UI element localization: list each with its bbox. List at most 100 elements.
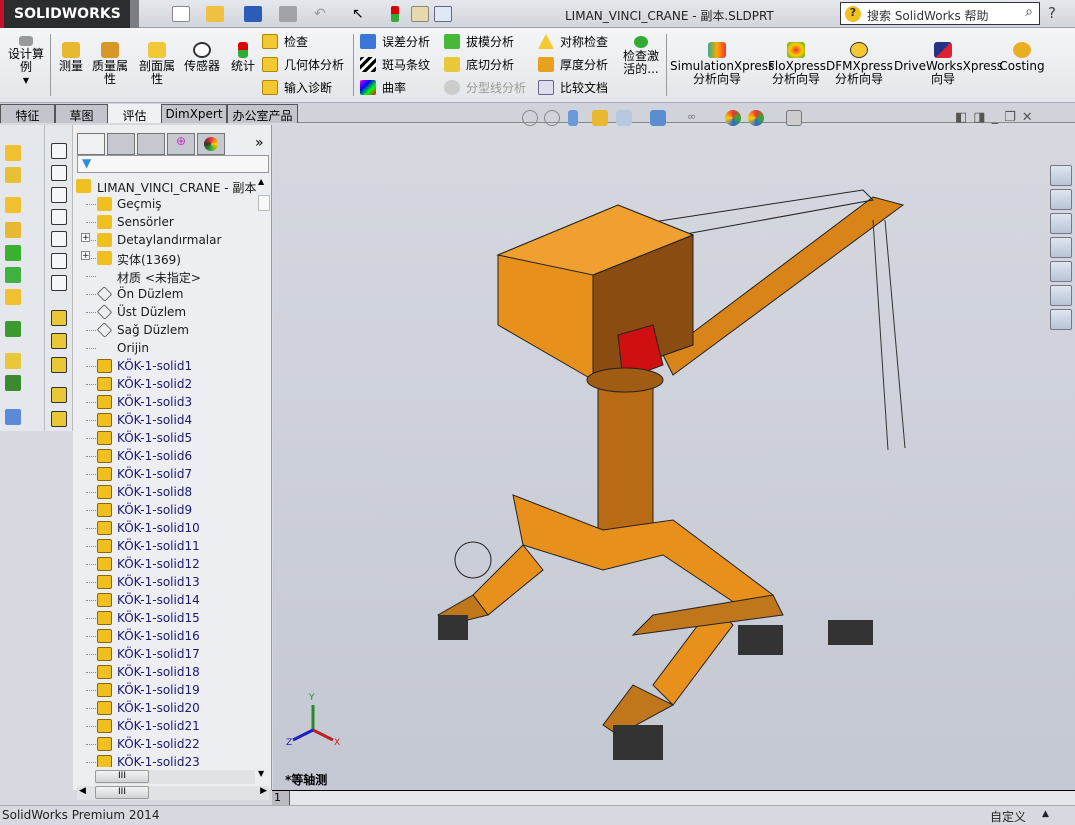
- tree-item[interactable]: Geçmiş: [73, 195, 258, 213]
- graphics-area[interactable]: Y X Z: [273, 125, 1075, 790]
- tree-item[interactable]: KÖK-1-solid23: [73, 753, 258, 767]
- tree-horizontal-scrollbar[interactable]: III: [95, 770, 255, 784]
- customize-menu[interactable]: 自定义: [990, 808, 1026, 825]
- sketch-tool-icon[interactable]: [51, 357, 67, 373]
- deviation-analysis-button[interactable]: 误差分析: [360, 33, 430, 50]
- tree-vertical-scrollbar[interactable]: ▲ ▼: [258, 177, 271, 782]
- scroll-left-arrow[interactable]: ◀: [79, 786, 86, 796]
- tree-item[interactable]: KÖK-1-solid19: [73, 681, 258, 699]
- feature-tool-icon[interactable]: [5, 375, 21, 391]
- section-view-icon[interactable]: [592, 110, 608, 126]
- expand-icon[interactable]: +: [81, 251, 90, 261]
- tree-item[interactable]: Sensörler: [73, 213, 258, 231]
- import-diagnostics-button[interactable]: 输入诊断: [262, 79, 332, 96]
- menu-expand-arrow[interactable]: [130, 0, 139, 28]
- zoom-to-fit-icon[interactable]: [522, 110, 538, 126]
- save-icon[interactable]: [244, 6, 262, 22]
- draft-analysis-button[interactable]: 拔模分析: [444, 33, 514, 50]
- file-properties-icon[interactable]: [411, 6, 429, 22]
- model-tab[interactable]: 1: [272, 791, 290, 805]
- tree-item[interactable]: KÖK-1-solid18: [73, 663, 258, 681]
- standard-view-icon[interactable]: [51, 143, 67, 159]
- display-style-icon[interactable]: [650, 110, 666, 126]
- previous-view-icon[interactable]: [568, 110, 578, 126]
- configurationmanager-tab[interactable]: [137, 133, 165, 155]
- costing-button[interactable]: Costing: [998, 42, 1046, 73]
- driveworksxpress-button[interactable]: DriveWorksXpress 向导: [894, 42, 1003, 86]
- tree-root[interactable]: LIMAN_VINCI_CRANE - 副本: [73, 177, 258, 195]
- home-icon[interactable]: [1050, 189, 1072, 210]
- tree-item[interactable]: KÖK-1-solid9: [73, 501, 258, 519]
- expand-icon[interactable]: +: [81, 233, 90, 243]
- scroll-up-arrow[interactable]: ▲: [258, 177, 264, 186]
- displaymanager-tab[interactable]: [197, 133, 225, 155]
- tab-sketch[interactable]: 草图: [55, 104, 108, 123]
- tree-item[interactable]: + 实体(1369): [73, 249, 258, 267]
- check-active-document-button[interactable]: 检查激活的...: [620, 36, 662, 76]
- propertymanager-tab[interactable]: [107, 133, 135, 155]
- feature-tool-icon[interactable]: [5, 197, 21, 213]
- tree-item[interactable]: KÖK-1-solid1: [73, 357, 258, 375]
- tree-item[interactable]: KÖK-1-solid10: [73, 519, 258, 537]
- scroll-thumb[interactable]: [258, 195, 270, 211]
- measure-button[interactable]: 测量: [55, 42, 87, 73]
- sketch-tool-icon[interactable]: [51, 387, 67, 403]
- tree-item[interactable]: Orijin: [73, 339, 258, 357]
- tree-item[interactable]: 材质 <未指定>: [73, 267, 258, 285]
- mass-properties-button[interactable]: 质量属性: [90, 42, 130, 86]
- tree-item[interactable]: KÖK-1-solid7: [73, 465, 258, 483]
- tree-item[interactable]: KÖK-1-solid14: [73, 591, 258, 609]
- feature-tool-icon[interactable]: [5, 409, 21, 425]
- tree-item[interactable]: KÖK-1-solid21: [73, 717, 258, 735]
- tree-item[interactable]: KÖK-1-solid6: [73, 447, 258, 465]
- tree-item[interactable]: KÖK-1-solid16: [73, 627, 258, 645]
- sensor-button[interactable]: 传感器: [180, 42, 224, 73]
- curvature-button[interactable]: 曲率: [360, 79, 406, 96]
- geometry-analysis-button[interactable]: 几何体分析: [262, 56, 344, 73]
- edit-appearance-icon[interactable]: [725, 110, 741, 126]
- view-orientation-icon[interactable]: [616, 110, 632, 126]
- standard-view-icon[interactable]: [51, 275, 67, 291]
- featuremanager-tab[interactable]: [77, 133, 105, 155]
- tree-item[interactable]: KÖK-1-solid8: [73, 483, 258, 501]
- tile-right-icon[interactable]: ◨: [973, 110, 991, 125]
- rebuild-icon[interactable]: [391, 6, 399, 22]
- sketch-tool-icon[interactable]: [51, 333, 67, 349]
- file-explorer-icon[interactable]: [1050, 237, 1072, 258]
- tree-item[interactable]: KÖK-1-solid20: [73, 699, 258, 717]
- scroll-thumb[interactable]: III: [95, 786, 149, 799]
- floxpress-button[interactable]: FloXpress 分析向导: [768, 42, 826, 86]
- hide-show-items-icon[interactable]: ∞: [687, 110, 703, 126]
- scroll-right-arrow[interactable]: ▶: [260, 786, 267, 796]
- simulationxpress-button[interactable]: SimulationXpress 分析向导: [670, 42, 774, 86]
- apply-scene-icon[interactable]: [748, 110, 764, 126]
- tree-item[interactable]: + Detaylandırmalar: [73, 231, 258, 249]
- feature-tool-icon[interactable]: [5, 167, 21, 183]
- panel-horizontal-scrollbar[interactable]: ◀ III ▶: [77, 786, 269, 800]
- sketch-tool-icon[interactable]: [51, 310, 67, 326]
- options-icon[interactable]: [434, 6, 452, 22]
- tab-dimxpert[interactable]: DimXpert: [161, 104, 227, 123]
- tile-left-icon[interactable]: ◧: [955, 110, 973, 125]
- feature-tool-icon[interactable]: [5, 145, 21, 161]
- close-icon[interactable]: ✕: [1022, 110, 1039, 125]
- select-icon[interactable]: ↖: [352, 6, 370, 22]
- design-study-button[interactable]: 设计算例 ▼: [6, 36, 46, 87]
- new-icon[interactable]: [172, 6, 190, 22]
- print-icon[interactable]: [279, 6, 297, 22]
- compare-documents-button[interactable]: 比较文档: [538, 79, 608, 96]
- view-settings-icon[interactable]: [786, 110, 802, 126]
- help-button[interactable]: ?: [1048, 4, 1056, 22]
- help-search-input[interactable]: ? 搜索 SolidWorks 帮助 ⌕: [840, 2, 1040, 25]
- symmetry-check-button[interactable]: 对称检查: [538, 33, 608, 50]
- section-properties-button[interactable]: 剖面属性: [136, 42, 178, 86]
- tab-evaluate[interactable]: 评估: [108, 104, 161, 123]
- feature-tool-icon[interactable]: [5, 289, 21, 305]
- feature-tool-icon[interactable]: [5, 267, 21, 283]
- tree-item[interactable]: KÖK-1-solid11: [73, 537, 258, 555]
- crane-model[interactable]: [273, 125, 1075, 790]
- tree-item[interactable]: KÖK-1-solid15: [73, 609, 258, 627]
- feature-tool-icon[interactable]: [5, 222, 21, 238]
- feature-tool-icon[interactable]: [5, 353, 21, 369]
- tree-filter-input[interactable]: ▼: [77, 155, 269, 173]
